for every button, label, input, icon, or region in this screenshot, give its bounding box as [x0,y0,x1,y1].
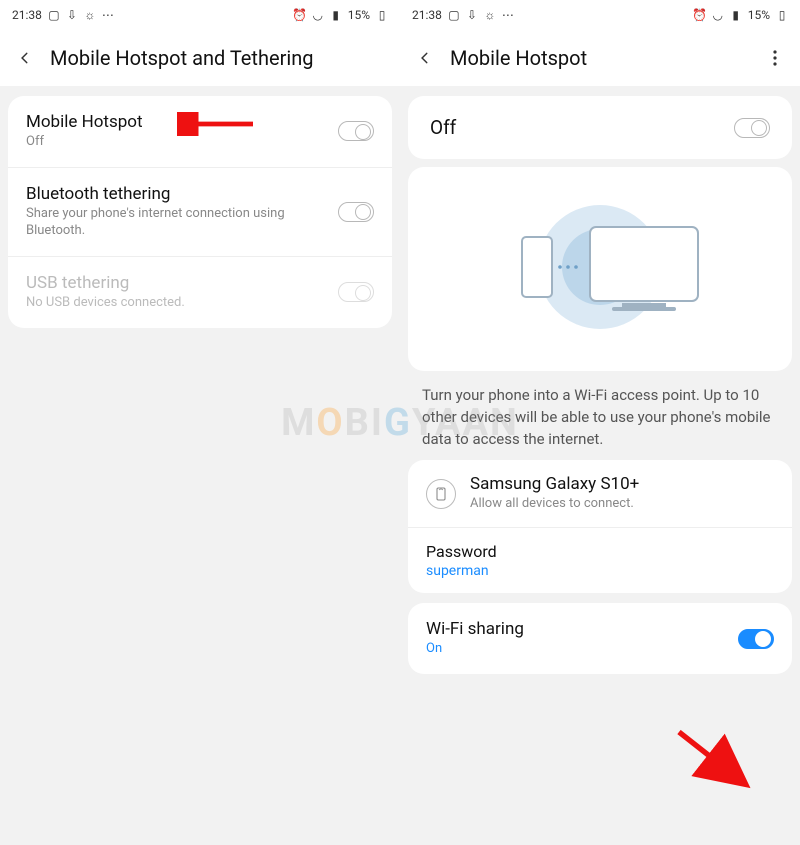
wifi-icon: ◡ [312,9,324,21]
signal-icon: ▮ [330,9,342,21]
device-sub: Allow all devices to connect. [470,496,774,513]
row-subtitle: No USB devices connected. [26,295,338,312]
weather-icon: ☼ [484,9,496,21]
device-name-row[interactable]: Samsung Galaxy S10+ Allow all devices to… [408,460,792,528]
device-icon [426,479,456,509]
row-subtitle: Off [26,134,338,151]
more-icon: ⋯ [102,9,114,21]
statusbar: 21:38 ▢ ⇩ ☼ ⋯ ⏰ ◡ ▮ 15% ▯ [0,0,400,30]
titlebar: Mobile Hotspot and Tethering [0,30,400,86]
back-button[interactable] [416,49,434,67]
wifi-sharing-toggle[interactable] [738,629,774,649]
page-title: Mobile Hotspot and Tethering [50,46,384,70]
screen-left: 21:38 ▢ ⇩ ☼ ⋯ ⏰ ◡ ▮ 15% ▯ Mobile Hotspot… [0,0,400,845]
config-card: Samsung Galaxy S10+ Allow all devices to… [408,460,792,593]
page-title: Mobile Hotspot [450,46,750,70]
download-icon: ⇩ [66,9,78,21]
alarm-icon: ⏰ [694,9,706,21]
hotspot-description: Turn your phone into a Wi-Fi access poin… [422,385,778,450]
password-row[interactable]: Password superman [408,528,792,593]
back-button[interactable] [16,49,34,67]
settings-card: Mobile Hotspot Off Bluetooth tethering S… [8,96,392,328]
battery-percent: 15% [748,8,770,22]
mobile-hotspot-row[interactable]: Mobile Hotspot Off [8,96,392,168]
hotspot-illustration [408,167,792,371]
row-subtitle: Share your phone's internet connection u… [26,206,338,240]
statusbar-time: 21:38 [412,8,442,22]
password-label: Password [426,542,774,561]
mobile-hotspot-toggle[interactable] [338,121,374,141]
master-switch-row[interactable]: Off [408,96,792,159]
usb-tethering-row: USB tethering No USB devices connected. [8,257,392,328]
battery-icon: ▯ [376,9,388,21]
row-title: Wi-Fi sharing [426,619,738,639]
usb-tethering-toggle [338,282,374,302]
row-title: Bluetooth tethering [26,184,338,204]
row-title: USB tethering [26,273,338,293]
bluetooth-tethering-row[interactable]: Bluetooth tethering Share your phone's i… [8,168,392,257]
wifi-sharing-row[interactable]: Wi-Fi sharing On [408,603,792,674]
signal-icon: ▮ [730,9,742,21]
titlebar: Mobile Hotspot [400,30,800,86]
statusbar: 21:38 ▢ ⇩ ☼ ⋯ ⏰ ◡ ▮ 15% ▯ [400,0,800,30]
chevron-left-icon [18,51,32,65]
statusbar-time: 21:38 [12,8,42,22]
wifi-icon: ◡ [712,9,724,21]
password-value: superman [426,563,774,579]
battery-percent: 15% [348,8,370,22]
more-vert-icon [773,50,777,66]
weather-icon: ☼ [84,9,96,21]
alarm-icon: ⏰ [294,9,306,21]
row-title: Mobile Hotspot [26,112,338,132]
overflow-menu-button[interactable] [766,49,784,67]
chevron-left-icon [418,51,432,65]
battery-icon: ▯ [776,9,788,21]
more-icon: ⋯ [502,9,514,21]
image-icon: ▢ [48,9,60,21]
device-name: Samsung Galaxy S10+ [470,474,774,494]
annotation-arrow [670,723,760,795]
screen-right: 21:38 ▢ ⇩ ☼ ⋯ ⏰ ◡ ▮ 15% ▯ Mobile Hotspot… [400,0,800,845]
download-icon: ⇩ [466,9,478,21]
row-subtitle: On [426,641,738,658]
bluetooth-tethering-toggle[interactable] [338,202,374,222]
master-switch-toggle[interactable] [734,118,770,138]
master-switch-label: Off [430,116,734,139]
image-icon: ▢ [448,9,460,21]
wifi-sharing-card: Wi-Fi sharing On [408,603,792,674]
